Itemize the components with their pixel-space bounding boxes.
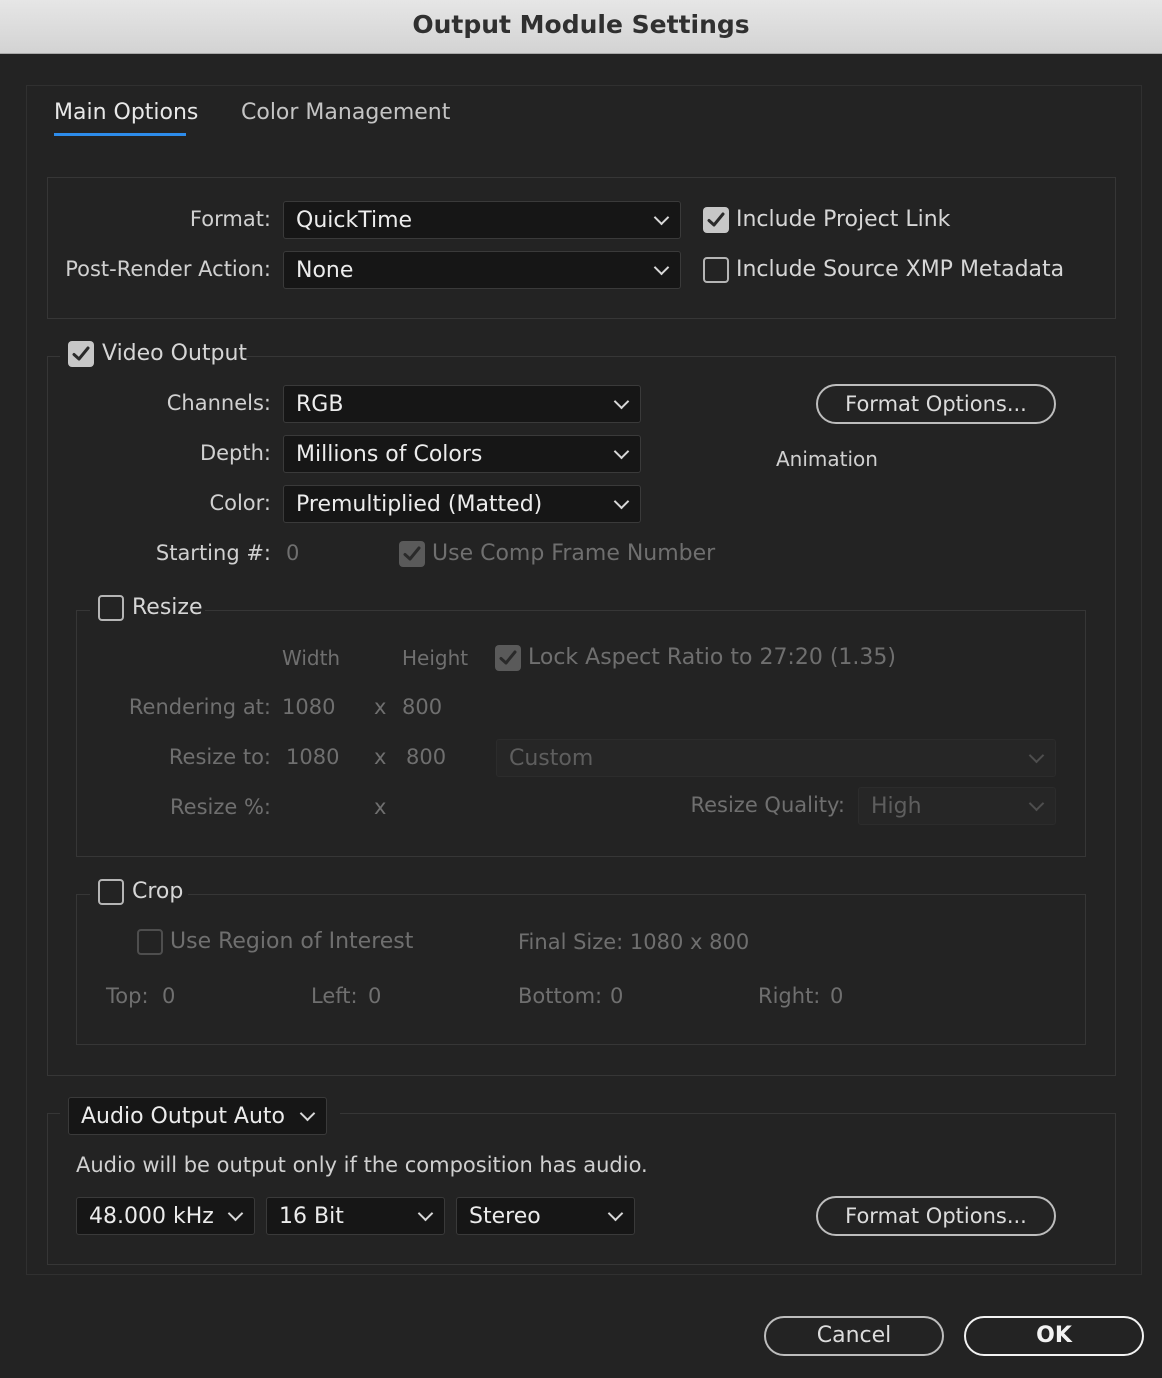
audio-rate-value: 48.000 kHz xyxy=(89,1204,214,1229)
crop-right-label: Right: xyxy=(758,984,821,1008)
video-format-options-button[interactable]: Format Options... xyxy=(816,384,1056,424)
resize-quality-value: High xyxy=(871,794,922,819)
resize-percent-x: x xyxy=(374,795,387,819)
crop-group xyxy=(76,894,1086,1045)
title-bar: Output Module Settings xyxy=(0,0,1162,54)
crop-checkbox[interactable] xyxy=(98,879,124,905)
crop-bottom-value[interactable]: 0 xyxy=(610,984,623,1008)
crop-label: Crop xyxy=(132,879,184,904)
crop-top-label: Top: xyxy=(106,984,149,1008)
video-output-label: Video Output xyxy=(102,341,248,366)
crop-left-label: Left: xyxy=(311,984,358,1008)
video-output-checkbox[interactable] xyxy=(68,341,94,367)
color-label: Color: xyxy=(209,491,271,515)
post-render-dropdown[interactable]: None xyxy=(283,251,681,289)
color-value: Premultiplied (Matted) xyxy=(296,492,543,517)
rendering-width: 1080 xyxy=(282,695,336,719)
resize-to-x: x xyxy=(374,745,387,769)
ok-button[interactable]: OK xyxy=(964,1316,1144,1356)
format-dropdown[interactable]: QuickTime xyxy=(283,201,681,239)
rendering-x: x xyxy=(374,695,387,719)
width-header: Width xyxy=(282,646,341,670)
crop-left-value[interactable]: 0 xyxy=(368,984,381,1008)
resize-checkbox[interactable] xyxy=(98,595,124,621)
chevron-down-icon xyxy=(613,493,630,510)
chevron-down-icon xyxy=(653,209,670,226)
resize-preset-value: Custom xyxy=(509,746,594,771)
depth-label: Depth: xyxy=(199,441,271,465)
region-of-interest-checkbox[interactable] xyxy=(137,929,163,955)
video-codec-text: Animation xyxy=(776,447,878,471)
lock-aspect-label: Lock Aspect Ratio to 27:20 (1.35) xyxy=(528,645,896,670)
cancel-button[interactable]: Cancel xyxy=(764,1316,944,1356)
include-project-link-label: Include Project Link xyxy=(736,207,951,232)
rendering-at-label: Rendering at: xyxy=(128,695,271,719)
region-of-interest-label: Use Region of Interest xyxy=(170,929,414,954)
crop-top-value[interactable]: 0 xyxy=(162,984,175,1008)
chevron-down-icon xyxy=(299,1105,316,1122)
resize-to-label: Resize to: xyxy=(168,745,271,769)
starting-number-label: Starting #: xyxy=(155,541,271,565)
chevron-down-icon xyxy=(417,1205,434,1222)
active-tab-indicator xyxy=(54,133,186,136)
chevron-down-icon xyxy=(613,393,630,410)
format-label: Format: xyxy=(189,207,271,231)
channels-value: RGB xyxy=(296,392,344,417)
tab-main-options[interactable]: Main Options xyxy=(54,100,198,125)
use-comp-frame-checkbox[interactable] xyxy=(399,541,425,567)
starting-number-value: 0 xyxy=(286,541,300,565)
resize-percent-label: Resize %: xyxy=(170,795,271,819)
checkmark-icon xyxy=(72,346,90,361)
final-size-text: Final Size: 1080 x 800 xyxy=(518,930,750,954)
chevron-down-icon xyxy=(227,1205,244,1222)
audio-output-group xyxy=(47,1113,1116,1265)
format-value: QuickTime xyxy=(296,208,413,233)
audio-output-mode-value: Audio Output Auto xyxy=(81,1104,286,1129)
rendering-height: 800 xyxy=(402,695,443,719)
include-xmp-checkbox[interactable] xyxy=(703,257,729,283)
chevron-down-icon xyxy=(613,443,630,460)
channels-label: Channels: xyxy=(166,391,271,415)
include-project-link-checkbox[interactable] xyxy=(703,207,729,233)
chevron-down-icon xyxy=(607,1205,624,1222)
audio-depth-value: 16 Bit xyxy=(279,1204,344,1229)
resize-to-height[interactable]: 800 xyxy=(406,745,446,769)
audio-output-mode-dropdown[interactable]: Audio Output Auto xyxy=(68,1097,327,1135)
checkmark-icon xyxy=(707,212,725,227)
resize-label: Resize xyxy=(132,595,203,620)
height-header: Height xyxy=(402,646,469,670)
resize-quality-dropdown[interactable]: High xyxy=(858,787,1056,825)
post-render-label: Post-Render Action: xyxy=(65,257,271,281)
chevron-down-icon xyxy=(1028,747,1045,764)
depth-value: Millions of Colors xyxy=(296,442,483,467)
format-group xyxy=(47,177,1116,319)
checkmark-icon xyxy=(403,546,421,561)
post-render-value: None xyxy=(296,258,354,283)
color-dropdown[interactable]: Premultiplied (Matted) xyxy=(283,485,641,523)
audio-channels-dropdown[interactable]: Stereo xyxy=(456,1197,635,1235)
lock-aspect-checkbox[interactable] xyxy=(495,645,521,671)
audio-note: Audio will be output only if the composi… xyxy=(76,1153,648,1177)
tab-color-management[interactable]: Color Management xyxy=(241,100,450,125)
use-comp-frame-label: Use Comp Frame Number xyxy=(432,541,716,566)
audio-rate-dropdown[interactable]: 48.000 kHz xyxy=(76,1197,255,1235)
audio-depth-dropdown[interactable]: 16 Bit xyxy=(266,1197,445,1235)
checkmark-icon xyxy=(499,650,517,665)
audio-format-options-button[interactable]: Format Options... xyxy=(816,1196,1056,1236)
resize-preset-dropdown[interactable]: Custom xyxy=(496,739,1056,777)
window-title: Output Module Settings xyxy=(412,10,750,39)
crop-bottom-label: Bottom: xyxy=(518,984,603,1008)
crop-right-value[interactable]: 0 xyxy=(830,984,843,1008)
depth-dropdown[interactable]: Millions of Colors xyxy=(283,435,641,473)
include-xmp-label: Include Source XMP Metadata xyxy=(736,257,1065,282)
resize-to-width[interactable]: 1080 xyxy=(286,745,339,769)
chevron-down-icon xyxy=(1028,795,1045,812)
channels-dropdown[interactable]: RGB xyxy=(283,385,641,423)
resize-quality-label: Resize Quality: xyxy=(690,793,845,817)
chevron-down-icon xyxy=(653,259,670,276)
audio-channels-value: Stereo xyxy=(469,1204,541,1229)
